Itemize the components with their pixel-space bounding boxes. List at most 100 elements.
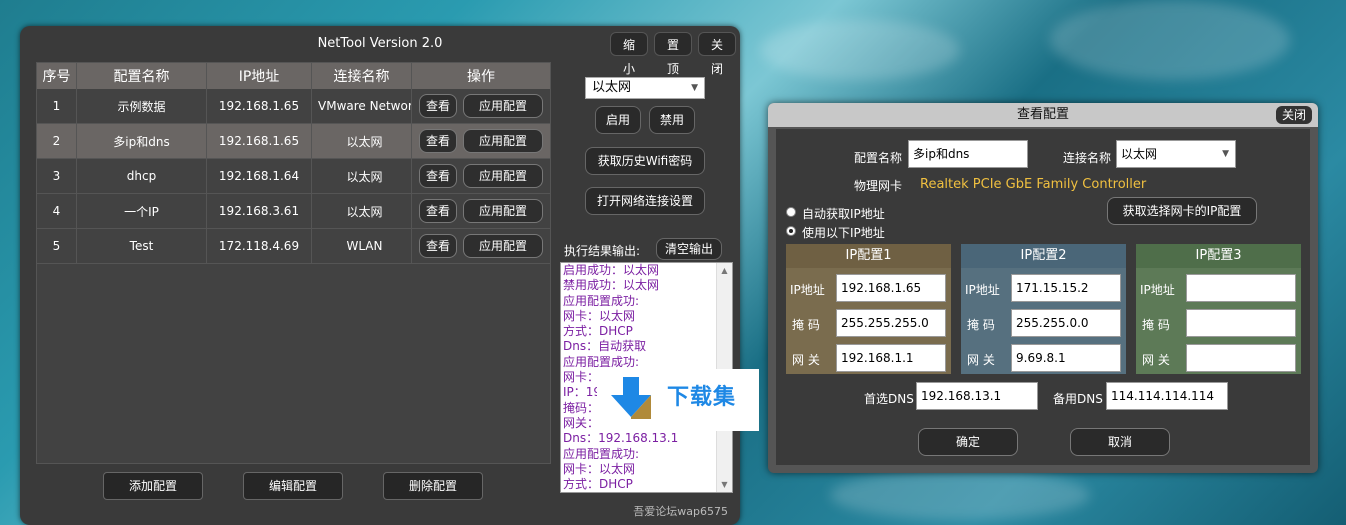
clear-output-button[interactable]: 清空输出: [656, 238, 722, 260]
cell-ip: 192.168.1.65: [207, 89, 312, 123]
conn-name-value: 以太网: [1121, 147, 1158, 161]
output-line: 应用配置成功:: [563, 354, 640, 369]
cell-name: 示例数据: [77, 89, 207, 123]
scroll-down-icon[interactable]: ▼: [717, 477, 732, 492]
mask-label: 掩 码: [967, 318, 995, 332]
group-body: IP地址 掩 码 网 关: [1136, 268, 1301, 374]
cell-conn: 以太网: [312, 194, 412, 228]
manual-ip-label: 使用以下IP地址: [802, 226, 885, 240]
apply-config-button[interactable]: 应用配置: [463, 234, 543, 258]
pin-top-button[interactable]: 置顶: [654, 32, 692, 76]
mask-label: 掩 码: [1142, 318, 1170, 332]
header-no: 序号: [37, 63, 77, 89]
cell-ip: 192.168.1.65: [207, 124, 312, 158]
cell-no: 1: [37, 89, 77, 123]
auto-ip-radio[interactable]: [786, 207, 796, 217]
adapter-select[interactable]: 以太网 ▼: [585, 77, 705, 99]
output-line: 启用成功：以太网: [563, 263, 660, 277]
ip-label: IP地址: [965, 283, 1000, 297]
ip-config-group-1: IP配置1 IP地址 192.168.1.65 掩 码 255.255.255.…: [786, 244, 951, 374]
apply-config-button[interactable]: 应用配置: [463, 129, 543, 153]
table-row[interactable]: 4 一个IP 192.168.3.61 以太网 查看 应用配置: [37, 194, 550, 229]
close-button[interactable]: 关闭: [698, 32, 736, 76]
cell-no: 2: [37, 124, 77, 158]
dns1-label: 首选DNS: [864, 392, 914, 406]
nic-label: 物理网卡: [854, 179, 903, 193]
scroll-up-icon[interactable]: ▲: [717, 263, 732, 278]
apply-config-button[interactable]: 应用配置: [463, 199, 543, 223]
group-body: IP地址 192.168.1.65 掩 码 255.255.255.0 网 关 …: [786, 268, 951, 374]
cancel-button[interactable]: 取消: [1070, 428, 1170, 456]
view-button[interactable]: 查看: [419, 164, 457, 188]
apply-config-button[interactable]: 应用配置: [463, 94, 543, 118]
cell-actions: 查看 应用配置: [412, 124, 550, 158]
table-row[interactable]: 5 Test 172.118.4.69 WLAN 查看 应用配置: [37, 229, 550, 264]
header-actions: 操作: [467, 69, 495, 85]
enable-button[interactable]: 启用: [595, 106, 641, 134]
dialog-close-button[interactable]: 关闭: [1275, 106, 1312, 124]
table-row[interactable]: 3 dhcp 192.168.1.64 以太网 查看 应用配置: [37, 159, 550, 194]
add-config-button[interactable]: 添加配置: [103, 472, 203, 500]
output-label: 执行结果输出:: [564, 244, 641, 258]
table-header: 序号 配置名称 IP地址 连接名称 操作: [37, 63, 550, 89]
water-highlight: [760, 20, 960, 80]
cell-name: 多ip和dns: [77, 124, 207, 158]
wifi-password-button[interactable]: 获取历史Wifi密码: [585, 147, 705, 175]
view-button[interactable]: 查看: [419, 234, 457, 258]
edit-config-button[interactable]: 编辑配置: [243, 472, 343, 500]
gateway-input[interactable]: [1186, 344, 1296, 372]
view-config-dialog: 查看配置 关闭 配置名称 多ip和dns 连接名称 以太网 ▼ 物理网卡 Rea…: [768, 103, 1318, 473]
apply-config-button[interactable]: 应用配置: [463, 164, 543, 188]
cell-actions: 查看 应用配置: [412, 89, 550, 123]
header-name: 配置名称: [77, 63, 207, 89]
output-line: 方式：DHCP: [563, 324, 633, 339]
get-nic-config-button[interactable]: 获取选择网卡的IP配置: [1107, 197, 1257, 225]
mask-input[interactable]: 255.255.255.0: [836, 309, 946, 337]
minimize-button[interactable]: 缩小: [610, 32, 648, 76]
group-body: IP地址 171.15.15.2 掩 码 255.255.0.0 网 关 9.6…: [961, 268, 1126, 374]
manual-ip-radio[interactable]: [786, 226, 796, 236]
header-ip: IP地址: [207, 63, 312, 89]
cell-ip: 172.118.4.69: [207, 229, 312, 263]
open-network-settings-button[interactable]: 打开网络连接设置: [585, 187, 705, 215]
cell-no: 5: [37, 229, 77, 263]
auto-ip-label: 自动获取IP地址: [802, 207, 885, 221]
conn-name-select[interactable]: 以太网 ▼: [1116, 140, 1236, 168]
chevron-down-icon: ▼: [1222, 149, 1229, 159]
output-line: 网卡：以太网: [563, 308, 636, 323]
nic-value: Realtek PCIe GbE Family Controller: [920, 177, 1147, 192]
gateway-input[interactable]: 192.168.1.1: [836, 344, 946, 372]
conn-name-label: 连接名称: [1063, 151, 1112, 165]
view-button[interactable]: 查看: [419, 129, 457, 153]
mask-input[interactable]: 255.255.0.0: [1011, 309, 1121, 337]
gateway-input[interactable]: 9.69.8.1: [1011, 344, 1121, 372]
cell-conn: 以太网: [312, 124, 412, 158]
credit-text: 吾爱论坛wap6575: [633, 505, 728, 518]
view-button[interactable]: 查看: [419, 199, 457, 223]
mask-label: 掩 码: [792, 318, 820, 332]
dns2-input[interactable]: 114.114.114.114: [1106, 382, 1228, 410]
ip-input[interactable]: [1186, 274, 1296, 302]
ip-input[interactable]: 192.168.1.65: [836, 274, 946, 302]
disable-button[interactable]: 禁用: [649, 106, 695, 134]
water-highlight: [830, 470, 1090, 520]
cell-conn: VMware Network: [312, 89, 412, 123]
delete-config-button[interactable]: 删除配置: [383, 472, 483, 500]
table-row[interactable]: 1 示例数据 192.168.1.65 VMware Network 查看 应用…: [37, 89, 550, 124]
ip-input[interactable]: 171.15.15.2: [1011, 274, 1121, 302]
dns1-input[interactable]: 192.168.13.1: [916, 382, 1038, 410]
chevron-down-icon: ▼: [691, 83, 698, 93]
ip-label: IP地址: [1140, 283, 1175, 297]
ip-config-group-2: IP配置2 IP地址 171.15.15.2 掩 码 255.255.0.0 网…: [961, 244, 1126, 374]
cell-conn: WLAN: [312, 229, 412, 263]
output-line: 应用配置成功:: [563, 293, 640, 308]
view-button[interactable]: 查看: [419, 94, 457, 118]
output-line: 禁用成功：以太网: [563, 278, 660, 293]
mask-input[interactable]: [1186, 309, 1296, 337]
table-row[interactable]: 2 多ip和dns 192.168.1.65 以太网 查看 应用配置: [37, 124, 550, 159]
cell-actions: 查看 应用配置: [412, 229, 550, 263]
gateway-label: 网 关: [792, 353, 820, 367]
ok-button[interactable]: 确定: [918, 428, 1018, 456]
output-line: 网卡：以太网: [563, 461, 636, 476]
config-name-input[interactable]: 多ip和dns: [908, 140, 1028, 168]
